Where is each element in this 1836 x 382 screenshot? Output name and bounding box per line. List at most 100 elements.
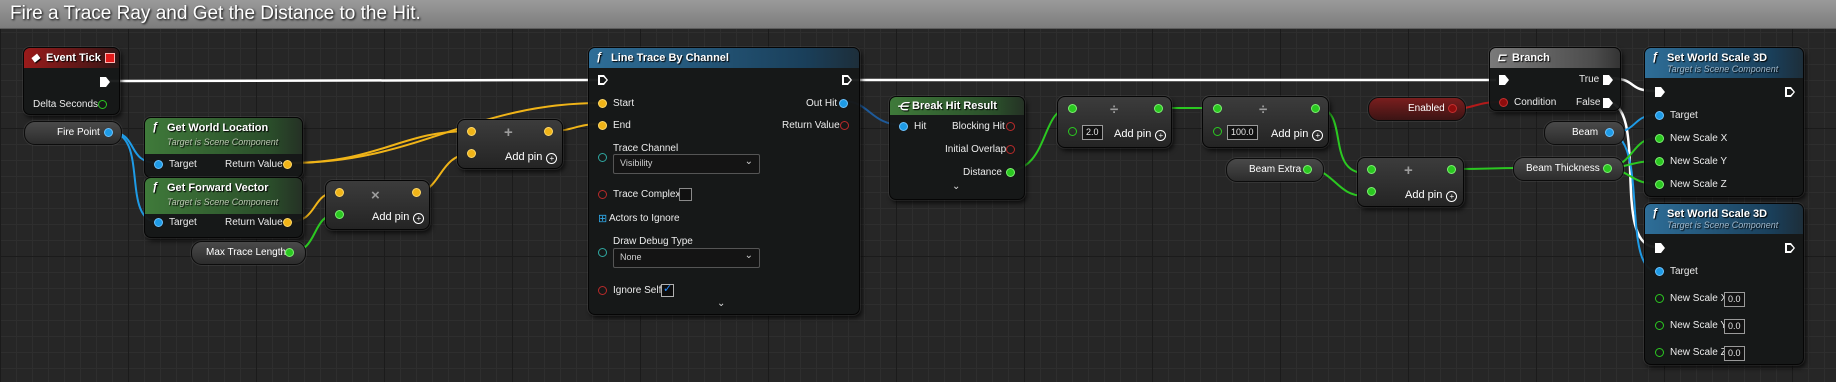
set-scale-2-y-pin[interactable] xyxy=(1655,321,1664,330)
set-scale-2-exec-out[interactable] xyxy=(1785,243,1795,253)
blocking-hit-pin[interactable] xyxy=(1006,122,1015,131)
ignore-self-pin[interactable] xyxy=(598,286,607,295)
fire-point-label: Fire Point xyxy=(57,127,100,138)
beam-getter[interactable]: Beam xyxy=(1544,121,1625,145)
draw-debug-dropdown[interactable]: None ⌄ xyxy=(613,248,760,268)
add1-in-b-pin[interactable] xyxy=(467,149,476,158)
add2-add-pin-button[interactable]: Add pin + xyxy=(1405,189,1458,202)
gwl-return-pin[interactable] xyxy=(283,160,292,169)
set-scale-1-x-pin[interactable] xyxy=(1655,134,1664,143)
set-scale-1-exec-out[interactable] xyxy=(1785,87,1795,97)
set-scale-2-target-pin[interactable] xyxy=(1655,267,1664,276)
trace-return-pin[interactable] xyxy=(840,121,849,130)
mult-in-a-pin[interactable] xyxy=(335,188,344,197)
line-trace-exec-out[interactable] xyxy=(842,75,852,85)
trace-complex-checkbox[interactable] xyxy=(679,188,692,201)
expand-chevron-icon[interactable]: ⌄ xyxy=(717,298,725,309)
branch-node[interactable]: ⊏ Branch True Condition False xyxy=(1489,47,1621,111)
beam-extra-getter[interactable]: Beam Extra xyxy=(1226,158,1324,182)
gfv-target-pin[interactable] xyxy=(154,218,163,227)
function-icon: ƒ xyxy=(152,181,159,193)
branch-true-exec-out[interactable] xyxy=(1603,75,1613,85)
add2-in-a-pin[interactable] xyxy=(1367,165,1376,174)
line-trace-node[interactable]: ƒ Line Trace By Channel Start Out Hit En… xyxy=(588,47,860,315)
get-forward-vector-node[interactable]: ƒ Get Forward Vector Target is Scene Com… xyxy=(144,177,303,238)
actors-ignore-icon[interactable]: ⊞ xyxy=(598,212,607,225)
set-scale-1-exec-in[interactable] xyxy=(1655,87,1665,97)
set-scale-2-z-pin[interactable] xyxy=(1655,348,1664,357)
event-delegate-icon[interactable] xyxy=(105,53,115,63)
multiply-node[interactable]: × Add pin + xyxy=(325,180,430,230)
beam-extra-out-pin[interactable] xyxy=(1303,165,1312,174)
beam-extra-label: Beam Extra xyxy=(1249,164,1302,175)
beam-out-pin[interactable] xyxy=(1605,128,1614,137)
draw-debug-pin[interactable] xyxy=(598,248,607,257)
div1-add-pin-button[interactable]: Add pin + xyxy=(1114,128,1167,141)
break-hit-result-node[interactable]: ⋲ Break Hit Result Hit Blocking Hit Init… xyxy=(889,96,1025,200)
divide-node-2[interactable]: 100.0 ÷ Add pin + xyxy=(1202,96,1329,148)
trace-start-pin[interactable] xyxy=(598,99,607,108)
max-trace-length-out-pin[interactable] xyxy=(285,248,294,257)
add-node-vector[interactable]: + Add pin + xyxy=(457,119,563,169)
add2-out-pin[interactable] xyxy=(1447,165,1456,174)
ignore-self-checkbox[interactable] xyxy=(661,282,674,297)
mult-add-pin-button[interactable]: Add pin + xyxy=(372,211,425,224)
enabled-out-pin[interactable] xyxy=(1448,104,1457,113)
set-world-scale-node-1[interactable]: ƒ Set World Scale 3D Target is Scene Com… xyxy=(1644,47,1804,197)
div1-in-b-pin[interactable] xyxy=(1068,127,1077,136)
get-world-location-node[interactable]: ƒ Get World Location Target is Scene Com… xyxy=(144,117,303,178)
expand-chevron-icon[interactable]: ⌄ xyxy=(952,181,960,192)
get-world-location-header: ƒ Get World Location Target is Scene Com… xyxy=(145,118,302,154)
fire-point-getter[interactable]: Fire Point xyxy=(24,121,122,145)
initial-overlap-pin[interactable] xyxy=(1006,145,1015,154)
beam-thickness-out-pin[interactable] xyxy=(1603,164,1612,173)
mult-in-b-pin[interactable] xyxy=(335,210,344,219)
div2-in-a-pin[interactable] xyxy=(1213,104,1222,113)
div1-in-a-pin[interactable] xyxy=(1068,104,1077,113)
add1-out-pin[interactable] xyxy=(544,127,553,136)
set-scale-1-target-pin[interactable] xyxy=(1655,111,1664,120)
break-hit-in-pin[interactable] xyxy=(899,122,908,131)
trace-end-pin[interactable] xyxy=(598,121,607,130)
set-scale-2-x-pin[interactable] xyxy=(1655,294,1664,303)
add1-in-a-pin[interactable] xyxy=(467,127,476,136)
branch-condition-pin[interactable] xyxy=(1499,98,1508,107)
trace-out-hit-pin[interactable] xyxy=(839,99,848,108)
div2-add-pin-button[interactable]: Add pin + xyxy=(1271,128,1324,141)
set-scale-1-y-pin[interactable] xyxy=(1655,157,1664,166)
trace-channel-dropdown[interactable]: Visibility ⌄ xyxy=(613,154,760,174)
gwl-target-pin[interactable] xyxy=(154,160,163,169)
set-scale-2-z-label: New Scale Z xyxy=(1670,347,1727,358)
comment-box-header[interactable]: Fire a Trace Ray and Get the Distance to… xyxy=(0,0,1836,29)
div1-b-value-input[interactable]: 2.0 xyxy=(1082,125,1103,140)
gfv-return-pin[interactable] xyxy=(283,218,292,227)
event-tick-node[interactable]: ◆ Event Tick Delta Seconds xyxy=(23,47,120,115)
div2-in-b-pin[interactable] xyxy=(1213,127,1222,136)
delta-seconds-pin[interactable] xyxy=(98,100,107,109)
div1-out-pin[interactable] xyxy=(1154,104,1163,113)
event-tick-exec-out[interactable] xyxy=(100,77,110,87)
line-trace-exec-in[interactable] xyxy=(598,75,608,85)
add-node-float[interactable]: + Add pin + xyxy=(1357,157,1464,207)
trace-complex-pin[interactable] xyxy=(598,190,607,199)
max-trace-length-getter[interactable]: Max Trace Length xyxy=(191,241,306,265)
trace-channel-pin[interactable] xyxy=(598,153,607,162)
div2-out-pin[interactable] xyxy=(1311,104,1320,113)
set-scale-2-y-input[interactable]: 0.0 xyxy=(1724,319,1745,334)
add1-add-pin-button[interactable]: Add pin + xyxy=(505,151,558,164)
branch-exec-in[interactable] xyxy=(1499,75,1509,85)
enabled-getter[interactable]: Enabled xyxy=(1368,97,1466,121)
mult-out-pin[interactable] xyxy=(412,188,421,197)
divide-node-1[interactable]: 2.0 ÷ Add pin + xyxy=(1057,96,1172,148)
set-scale-2-x-input[interactable]: 0.0 xyxy=(1724,292,1745,307)
set-scale-2-z-input[interactable]: 0.0 xyxy=(1724,346,1745,361)
beam-thickness-getter[interactable]: Beam Thickness xyxy=(1513,157,1624,181)
fire-point-out-pin[interactable] xyxy=(104,128,113,137)
div2-b-value-input[interactable]: 100.0 xyxy=(1227,125,1258,140)
set-world-scale-node-2[interactable]: ƒ Set World Scale 3D Target is Scene Com… xyxy=(1644,203,1804,365)
add2-in-b-pin[interactable] xyxy=(1367,187,1376,196)
set-scale-1-z-pin[interactable] xyxy=(1655,180,1664,189)
distance-pin[interactable] xyxy=(1006,168,1015,177)
set-scale-2-exec-in[interactable] xyxy=(1655,243,1665,253)
branch-false-exec-out[interactable] xyxy=(1603,98,1613,108)
